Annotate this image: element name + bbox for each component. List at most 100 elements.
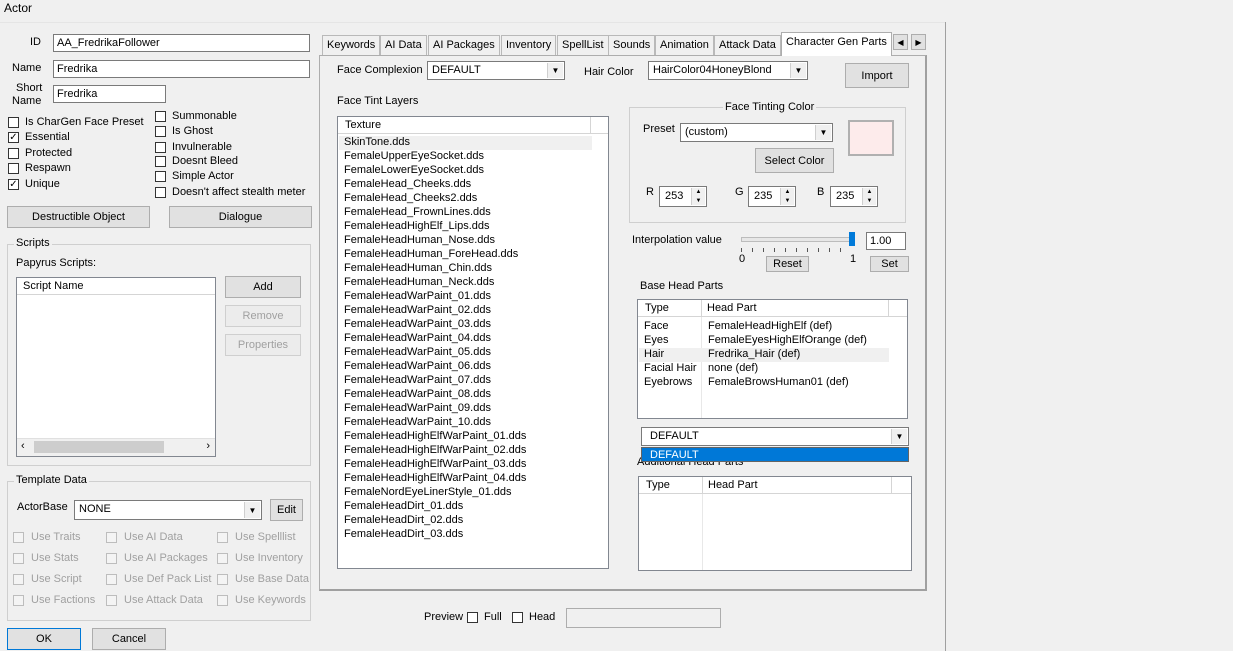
checkbox-box[interactable] [155,142,166,153]
slider-thumb[interactable] [849,232,855,246]
tab-scroll-left-icon[interactable]: ◀ [893,34,908,50]
preview-field[interactable] [566,608,721,628]
list-item[interactable]: FemaleHeadDirt_02.dds [339,514,592,528]
list-item[interactable]: FemaleHeadHuman_Nose.dds [339,234,592,248]
list-item[interactable]: FemaleNordEyeLinerStyle_01.dds [339,486,592,500]
tab-attack-data[interactable]: Attack Data [714,35,781,55]
list-item[interactable]: FemaleHeadHuman_Chin.dds [339,262,592,276]
tab-animation[interactable]: Animation [655,35,714,55]
checkbox-box[interactable] [155,171,166,182]
chevron-down-icon[interactable]: ▼ [790,63,806,78]
list-item[interactable]: FemaleHeadWarPaint_08.dds [339,388,592,402]
tab-inventory[interactable]: Inventory [501,35,557,55]
updown-icon[interactable]: ▲ ▼ [862,188,876,205]
checkbox-box[interactable]: ✓ [8,132,19,143]
table-row[interactable]: Eyebrows FemaleBrowsHuman01 (def) [639,376,889,390]
list-item[interactable]: FemaleHead_Cheeks2.dds [339,192,592,206]
properties-button[interactable]: Properties [225,334,301,356]
chevron-down-icon[interactable]: ▼ [244,502,260,518]
face-complexion-combo[interactable]: DEFAULT ▼ [427,61,565,80]
table-row[interactable]: Face FemaleHeadHighElf (def) [639,320,889,334]
table-row[interactable]: Eyes FemaleEyesHighElfOrange (def) [639,334,889,348]
checkbox-box[interactable] [217,595,228,606]
list-item[interactable]: FemaleHeadHighElfWarPaint_04.dds [339,472,592,486]
checkbox-box[interactable] [106,574,117,585]
list-item[interactable]: FemaleUpperEyeSocket.dds [339,150,592,164]
tab-ai-data[interactable]: AI Data [380,35,427,55]
tab-character-gen-parts[interactable]: Character Gen Parts [781,32,892,56]
chevron-down-icon[interactable]: ▼ [815,125,831,140]
list-item[interactable]: FemaleHeadWarPaint_01.dds [339,290,592,304]
head-part-column[interactable]: Head Part [707,302,757,314]
updown-icon[interactable]: ▲ ▼ [780,188,794,205]
select-color-button[interactable]: Select Color [755,148,834,173]
checkbox-box[interactable] [13,532,24,543]
horizontal-scrollbar[interactable]: ‹ › [17,438,215,456]
type-column[interactable]: Type [645,302,669,314]
checkbox-box[interactable] [106,532,117,543]
b-spinner[interactable]: 235 ▲ ▼ [830,186,878,207]
remove-script-button[interactable]: Remove [225,305,301,327]
list-item[interactable]: FemaleHeadWarPaint_02.dds [339,304,592,318]
r-spinner[interactable]: 253 ▲ ▼ [659,186,707,207]
list-item[interactable]: FemaleHeadDirt_03.dds [339,528,592,542]
set-button[interactable]: Set [870,256,909,272]
checkbox-box[interactable] [217,574,228,585]
tab-ai-packages[interactable]: AI Packages [428,35,500,55]
list-item[interactable]: FemaleHeadWarPaint_09.dds [339,402,592,416]
edit-button[interactable]: Edit [270,499,303,521]
list-item[interactable]: FemaleHeadWarPaint_03.dds [339,318,592,332]
checkbox-box[interactable] [106,553,117,564]
interpolation-value-field[interactable]: 1.00 [866,232,906,250]
color-swatch[interactable] [848,120,894,156]
scrollbar-thumb[interactable] [34,441,164,453]
checkbox-box[interactable] [8,117,19,128]
table-row[interactable]: Facial Hair none (def) [639,362,889,376]
table-row[interactable]: Hair Fredrika_Hair (def) [639,348,889,362]
list-item[interactable]: SkinTone.dds [339,136,592,150]
list-item[interactable]: FemaleHeadHighElfWarPaint_02.dds [339,444,592,458]
checkbox-box[interactable] [13,553,24,564]
list-item[interactable]: FemaleHeadWarPaint_10.dds [339,416,592,430]
tab-spelllist[interactable]: SpellList [557,35,609,55]
scroll-left-icon[interactable]: ‹ [21,440,25,452]
type-column[interactable]: Type [646,479,670,491]
dropdown-option-default[interactable]: DEFAULT [641,447,909,462]
destructible-object-button[interactable]: Destructible Object [7,206,150,228]
hair-color-combo[interactable]: HairColor04HoneyBlond ▼ [648,61,808,80]
list-item[interactable]: FemaleHeadWarPaint_05.dds [339,346,592,360]
g-spinner[interactable]: 235 ▲ ▼ [748,186,796,207]
list-item[interactable]: FemaleHeadWarPaint_04.dds [339,332,592,346]
add-script-button[interactable]: Add [225,276,301,298]
cancel-button[interactable]: Cancel [92,628,166,650]
checkbox-box[interactable] [13,574,24,585]
checkbox-box[interactable] [155,187,166,198]
list-item[interactable]: FemaleHeadHuman_ForeHead.dds [339,248,592,262]
texture-column[interactable]: Texture [345,119,381,131]
list-item[interactable]: FemaleHead_Cheeks.dds [339,178,592,192]
scroll-right-icon[interactable]: › [206,440,210,452]
list-item[interactable]: FemaleHeadWarPaint_07.dds [339,374,592,388]
actorbase-combo[interactable]: NONE ▼ [74,500,262,520]
preset-combo[interactable]: (custom) ▼ [680,123,833,142]
id-field[interactable]: AA_FredrikaFollower [53,34,310,52]
list-item[interactable]: FemaleHeadHighElf_Lips.dds [339,220,592,234]
checkbox-box[interactable] [217,532,228,543]
tab-sounds[interactable]: Sounds [608,35,656,55]
short-name-field[interactable]: Fredrika [53,85,166,103]
list-item[interactable]: FemaleHeadHighElfWarPaint_03.dds [339,458,592,472]
name-field[interactable]: Fredrika [53,60,310,78]
head-part-column[interactable]: Head Part [708,479,758,491]
checkbox-box[interactable] [155,126,166,137]
preview-full-checkbox[interactable] [467,612,478,623]
head-parts-preset-combo[interactable]: DEFAULT ▼ [641,427,909,446]
checkbox-box[interactable] [217,553,228,564]
scripts-list[interactable]: Script Name ‹ › [16,277,216,457]
checkbox-box[interactable]: ✓ [8,179,19,190]
tab-keywords[interactable]: Keywords [322,35,381,55]
checkbox-box[interactable] [106,595,117,606]
checkbox-box[interactable] [13,595,24,606]
reset-button[interactable]: Reset [766,256,809,272]
preview-head-checkbox[interactable] [512,612,523,623]
face-tint-layers-list[interactable]: Texture SkinTone.dds FemaleUpperEyeSocket… [337,116,609,569]
